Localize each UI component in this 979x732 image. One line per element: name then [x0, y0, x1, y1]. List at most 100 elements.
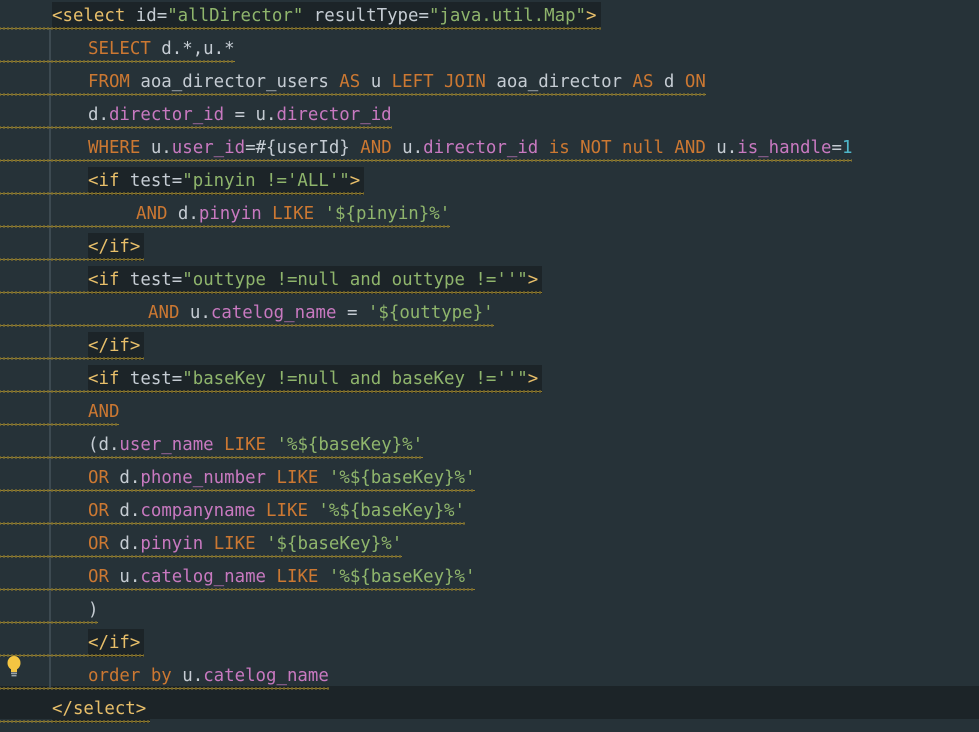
code-token: '%${baseKey}%': [328, 468, 476, 488]
code-token: is NOT null AND: [548, 138, 706, 158]
code-token: =: [336, 303, 368, 323]
code-line[interactable]: order by u.catelog_name: [0, 660, 979, 693]
warning-underline: [0, 423, 119, 426]
code-line[interactable]: OR d.companyname LIKE '%${baseKey}%': [0, 495, 979, 528]
code-token: "outtype !=null and outtype !=''": [182, 270, 528, 290]
warning-underline: [0, 93, 706, 96]
code-token: <select: [52, 6, 126, 26]
code-token: LIKE: [266, 501, 308, 521]
code-line[interactable]: AND: [0, 396, 979, 429]
code-token: OR: [88, 567, 109, 587]
code-token: d.: [167, 204, 199, 224]
code-token: >: [586, 6, 597, 26]
code-line[interactable]: SELECT d.*,u.*: [0, 33, 979, 66]
sql-line: OR d.pinyin LIKE '${baseKey}%': [88, 530, 402, 558]
sql-line: d.director_id = u.director_id: [88, 101, 392, 129]
code-token: =: [831, 138, 842, 158]
code-token: user_name: [119, 435, 214, 455]
warning-underline: [0, 27, 601, 30]
code-token: LIKE: [272, 204, 315, 224]
code-token: "pinyin !='ALL'": [182, 171, 350, 191]
code-line[interactable]: WHERE u.user_id=#{userId} AND u.director…: [0, 132, 979, 165]
code-line[interactable]: OR u.catelog_name LIKE '%${baseKey}%': [0, 561, 979, 594]
sql-line: WHERE u.user_id=#{userId} AND u.director…: [88, 134, 852, 162]
code-line[interactable]: FROM aoa_director_users AS u LEFT JOIN a…: [0, 66, 979, 99]
code-token: order by: [88, 666, 172, 686]
code-token: resultType=: [303, 6, 429, 26]
code-token: LIKE: [276, 468, 319, 488]
lightbulb-icon[interactable]: [5, 655, 23, 679]
warning-underline: [0, 687, 329, 690]
warning-underline: [0, 489, 475, 492]
code-line[interactable]: </if>: [0, 627, 979, 660]
warning-underline: [0, 456, 423, 459]
code-token: AND: [148, 303, 180, 323]
code-token: pinyin: [140, 534, 204, 554]
code-token: WHERE: [88, 138, 141, 158]
warning-underline: [0, 258, 144, 261]
code-line[interactable]: <if test="outtype !=null and outtype !='…: [0, 264, 979, 297]
code-line[interactable]: <if test="pinyin !='ALL'">: [0, 165, 979, 198]
code-line[interactable]: OR d.phone_number LIKE '%${baseKey}%': [0, 462, 979, 495]
code-line[interactable]: ): [0, 594, 979, 627]
code-line[interactable]: d.director_id = u.director_id: [0, 99, 979, 132]
warning-underline: [0, 225, 450, 228]
code-token: </if>: [88, 336, 141, 356]
code-token: u.: [391, 138, 424, 158]
code-line[interactable]: AND d.pinyin LIKE '${pinyin}%': [0, 198, 979, 231]
code-token: = u.: [224, 105, 277, 125]
code-token: test=: [119, 270, 183, 290]
warning-underline: [0, 522, 465, 525]
code-token: '${baseKey}%': [266, 534, 403, 554]
code-line[interactable]: (d.user_name LIKE '%${baseKey}%': [0, 429, 979, 462]
warning-underline: [0, 291, 542, 294]
code-token: phone_number: [140, 468, 267, 488]
sql-line: FROM aoa_director_users AS u LEFT JOIN a…: [88, 68, 706, 96]
code-token: "allDirector": [167, 6, 304, 26]
code-token: "baseKey !=null and baseKey !=''": [182, 369, 528, 389]
code-line[interactable]: AND u.catelog_name = '${outtype}': [0, 297, 979, 330]
code-line[interactable]: </select>: [0, 693, 979, 726]
code-token: pinyin: [198, 204, 262, 224]
code-token: >: [349, 171, 361, 191]
code-line[interactable]: </if>: [0, 231, 979, 264]
code-token: SELECT: [88, 39, 151, 59]
code-token: '%${baseKey}%': [318, 501, 465, 521]
code-token: AS: [339, 72, 361, 92]
code-token: OR: [88, 534, 109, 554]
code-token: LEFT JOIN: [391, 72, 486, 92]
code-line[interactable]: OR d.pinyin LIKE '${baseKey}%': [0, 528, 979, 561]
xml-tag-line: <if test="outtype !=null and outtype !='…: [88, 266, 543, 294]
code-line[interactable]: <if test="baseKey !=null and baseKey !='…: [0, 363, 979, 396]
code-token: u.: [171, 666, 204, 686]
warning-underline: [0, 621, 98, 624]
code-token: LIKE: [276, 567, 319, 587]
code-token: LIKE: [224, 435, 267, 455]
code-token: FROM: [88, 72, 130, 92]
code-token: 1: [841, 138, 853, 158]
sql-line: AND: [88, 398, 119, 426]
code-token: ON: [684, 72, 706, 92]
code-token: director_id: [276, 105, 392, 125]
code-token: <if: [88, 171, 120, 191]
warning-underline: [0, 60, 235, 63]
code-token: </if>: [88, 237, 141, 257]
code-line[interactable]: </if>: [0, 330, 979, 363]
xml-tag-line: <select id="allDirector" resultType="jav…: [52, 2, 601, 30]
code-line[interactable]: <select id="allDirector" resultType="jav…: [0, 0, 979, 33]
code-token: id=: [125, 6, 168, 26]
code-token: >: [527, 270, 539, 290]
code-token: is_handle: [737, 138, 832, 158]
code-editor[interactable]: <select id="allDirector" resultType="jav…: [0, 0, 979, 732]
code-token: u.: [140, 138, 172, 158]
code-token: u.: [108, 567, 141, 587]
warning-underline: [0, 588, 475, 591]
code-token: u: [360, 72, 392, 92]
